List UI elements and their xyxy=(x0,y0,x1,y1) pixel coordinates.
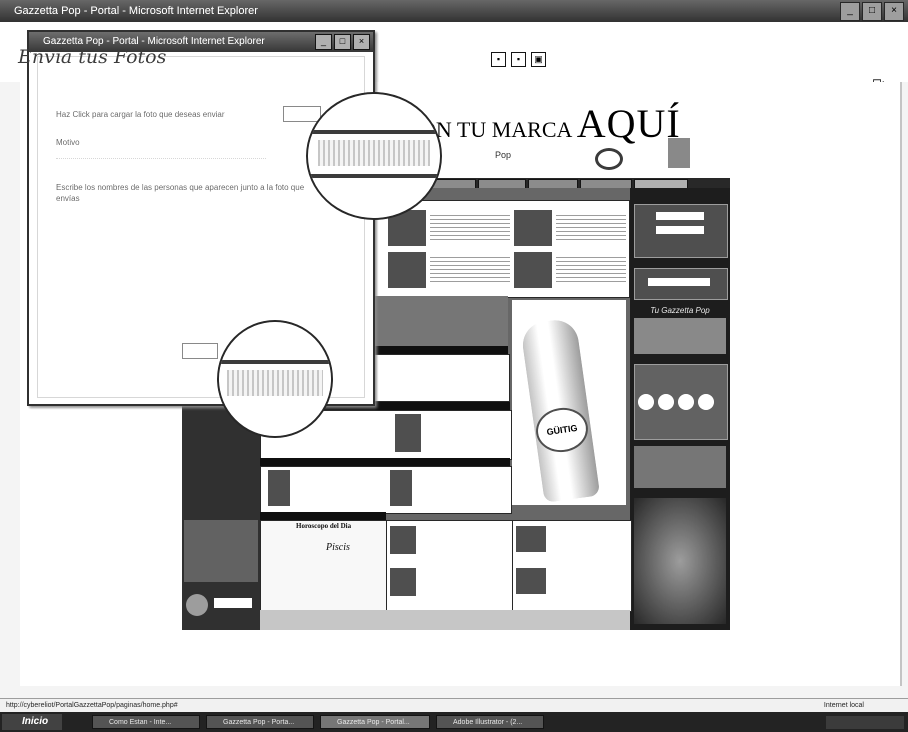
browser-window-controls: _ □ × xyxy=(840,2,904,21)
magnified-border xyxy=(308,130,440,134)
password-field[interactable] xyxy=(656,226,704,234)
left-panel-button[interactable] xyxy=(214,598,252,608)
status-bar: http://cybereliot/PortalGazzettaPop/pagi… xyxy=(0,698,908,713)
news-thumb[interactable] xyxy=(514,210,552,246)
maximize-icon[interactable]: □ xyxy=(862,2,882,21)
maximize-icon[interactable]: □ xyxy=(334,34,351,50)
pop-poster[interactable] xyxy=(634,498,726,624)
close-icon[interactable]: × xyxy=(884,2,904,21)
product-logo-icon xyxy=(668,138,690,168)
news-thumb[interactable] xyxy=(395,414,421,452)
left-panel-icon xyxy=(186,594,208,616)
tecnologia-box xyxy=(260,466,512,514)
news-thumb[interactable] xyxy=(514,252,552,288)
poll-faces xyxy=(638,394,714,410)
browser-title-bar: Gazzetta Pop - Portal - Microsoft Intern… xyxy=(0,0,908,22)
popup-heading: Envía tus Fotos xyxy=(18,46,167,68)
ad-slogan: ON TU MARCA AQUÍ xyxy=(420,100,681,147)
personajes-box xyxy=(368,354,510,402)
section-header xyxy=(260,512,386,520)
status-url: http://cybereliot/PortalGazzettaPop/pagi… xyxy=(6,702,178,709)
upload-label: Haz Click para cargar la foto que deseas… xyxy=(56,110,225,119)
send-button[interactable] xyxy=(182,343,218,359)
edit-icon[interactable]: ▪ xyxy=(511,52,526,67)
close-icon[interactable]: × xyxy=(353,34,370,50)
minimize-icon[interactable]: _ xyxy=(840,2,860,21)
news-text xyxy=(430,212,510,242)
face-icon[interactable] xyxy=(638,394,654,410)
section-header xyxy=(260,458,510,466)
magnifier-circle xyxy=(306,92,442,220)
taskbar-item[interactable]: Como Estan - Inte... xyxy=(92,715,200,729)
horoscope-box xyxy=(260,520,388,612)
news-thumb[interactable] xyxy=(390,526,416,554)
news-text xyxy=(556,212,626,242)
taskbar-item[interactable]: Gazzetta Pop - Portal... xyxy=(320,715,430,729)
site-footer xyxy=(260,610,630,630)
magnified-field xyxy=(318,140,430,166)
search-input[interactable] xyxy=(648,278,710,286)
face-icon[interactable] xyxy=(678,394,694,410)
face-icon[interactable] xyxy=(658,394,674,410)
disc-logo-icon xyxy=(595,148,623,170)
news-text xyxy=(430,254,510,284)
print-icon[interactable]: ▪ xyxy=(491,52,506,67)
gazzetta-image[interactable] xyxy=(634,318,726,354)
popup-window-controls: _ □ × xyxy=(315,34,370,50)
status-zone: Internet local xyxy=(823,702,864,709)
section-header xyxy=(368,346,508,354)
upload-button[interactable] xyxy=(283,106,321,122)
taskbar-item[interactable]: Adobe Illustrator - (2... xyxy=(436,715,544,729)
taskbar-item[interactable]: Gazzetta Pop - Porta... xyxy=(206,715,314,729)
promo-panel[interactable] xyxy=(634,446,726,488)
names-label: Escribe los nombres de las personas que … xyxy=(56,183,305,203)
horoscope-title: Horoscopo del Dia xyxy=(296,522,352,530)
news-thumb[interactable] xyxy=(390,568,416,596)
messenger-icon[interactable]: ▣ xyxy=(531,52,546,67)
motivo-label: Motivo xyxy=(56,138,80,147)
magnified-border xyxy=(219,360,331,364)
pop-logo-icon: Pop xyxy=(495,150,512,160)
system-tray xyxy=(826,716,904,729)
face-icon[interactable] xyxy=(698,394,714,410)
username-field[interactable] xyxy=(656,212,704,220)
browser-title: Gazzetta Pop - Portal - Microsoft Intern… xyxy=(14,5,258,17)
news-thumb[interactable] xyxy=(268,470,290,506)
magnifier-circle xyxy=(217,320,333,438)
magnified-button xyxy=(227,370,323,396)
start-button[interactable]: Inicio xyxy=(2,714,62,730)
video-panel xyxy=(368,296,508,346)
slogan-prefix: ON TU MARCA xyxy=(420,117,572,142)
news-thumb[interactable] xyxy=(516,568,546,594)
news-text xyxy=(556,254,626,284)
news-thumb[interactable] xyxy=(390,470,412,506)
news-thumb[interactable] xyxy=(516,526,546,552)
horoscope-sign: Piscis xyxy=(326,542,350,553)
slogan-main: AQUÍ xyxy=(576,101,681,146)
left-panel xyxy=(184,520,258,582)
news-thumb[interactable] xyxy=(388,252,426,288)
gazzetta-label: Tu Gazzetta Pop xyxy=(630,306,730,316)
minimize-icon[interactable]: _ xyxy=(315,34,332,50)
motivo-field[interactable] xyxy=(56,158,266,160)
magnified-border xyxy=(308,174,440,178)
